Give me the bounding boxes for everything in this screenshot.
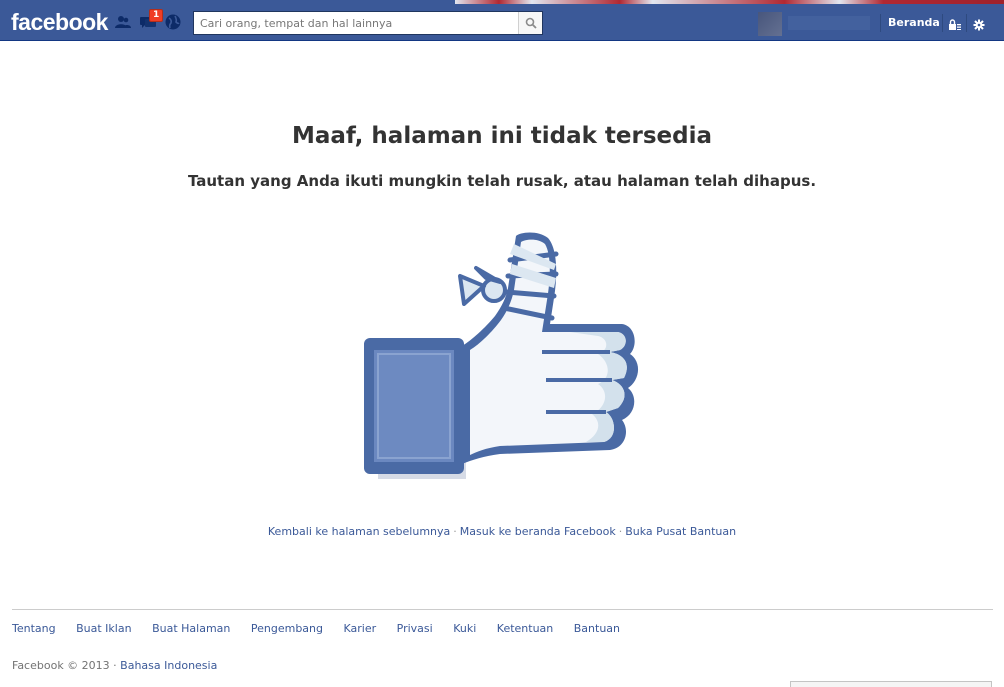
help-center-link[interactable]: Buka Pusat Bantuan — [625, 525, 736, 538]
link-separator: · — [453, 525, 457, 538]
footer-divider — [12, 609, 993, 610]
footer-link-careers[interactable]: Karier — [344, 622, 377, 635]
footer-link-terms[interactable]: Ketentuan — [497, 622, 553, 635]
friend-requests-icon[interactable] — [114, 13, 132, 31]
search-icon — [525, 17, 537, 29]
top-navigation-bar: facebook 1 Be — [0, 0, 1004, 41]
footer-link-privacy[interactable]: Privasi — [397, 622, 433, 635]
footer-link-create-ad[interactable]: Buat Iklan — [76, 622, 131, 635]
footer-link-cookies[interactable]: Kuki — [453, 622, 476, 635]
nav-divider — [942, 14, 943, 32]
page-title: Maaf, halaman ini tidak tersedia — [292, 123, 712, 149]
search-input[interactable] — [194, 12, 518, 34]
footer-link-create-page[interactable]: Buat Halaman — [152, 622, 230, 635]
browser-overlap-strip — [455, 0, 1004, 4]
chat-sidebar-tab[interactable] — [790, 681, 992, 687]
nav-divider — [880, 14, 881, 32]
footer-link-developers[interactable]: Pengembang — [251, 622, 323, 635]
page-subtitle: Tautan yang Anda ikuti mungkin telah rus… — [187, 172, 817, 190]
help-links: Kembali ke halaman sebelumnya · Masuk ke b… — [0, 524, 1004, 539]
link-separator: · — [618, 525, 623, 538]
notification-count-badge: 1 — [149, 9, 164, 22]
profile-name-redacted[interactable] — [788, 16, 870, 30]
bandaged-thumbs-up-illustration — [360, 228, 650, 484]
notifications-globe-icon[interactable] — [164, 13, 182, 31]
settings-gear-icon[interactable] — [973, 16, 985, 35]
home-feed-link[interactable]: Masuk ke beranda Facebook — [460, 525, 616, 538]
back-link[interactable]: Kembali ke halaman sebelumnya — [268, 525, 450, 538]
nav-divider — [966, 14, 967, 32]
copyright-text: Facebook © 2013 · — [12, 659, 117, 672]
footer-nav: Tentang Buat Iklan Buat Halaman Pengemba… — [12, 622, 637, 636]
footer-link-about[interactable]: Tentang — [12, 622, 56, 635]
profile-avatar[interactable] — [758, 12, 782, 36]
search-button[interactable] — [518, 12, 542, 34]
facebook-logo[interactable]: facebook — [11, 8, 108, 36]
language-link[interactable]: Bahasa Indonesia — [120, 659, 217, 672]
footer-link-help[interactable]: Bantuan — [574, 622, 620, 635]
privacy-shortcuts-icon[interactable] — [948, 16, 962, 35]
copyright: Facebook © 2013 · Bahasa Indonesia — [12, 659, 217, 673]
home-link[interactable]: Beranda — [888, 16, 940, 30]
search-box — [193, 11, 543, 35]
